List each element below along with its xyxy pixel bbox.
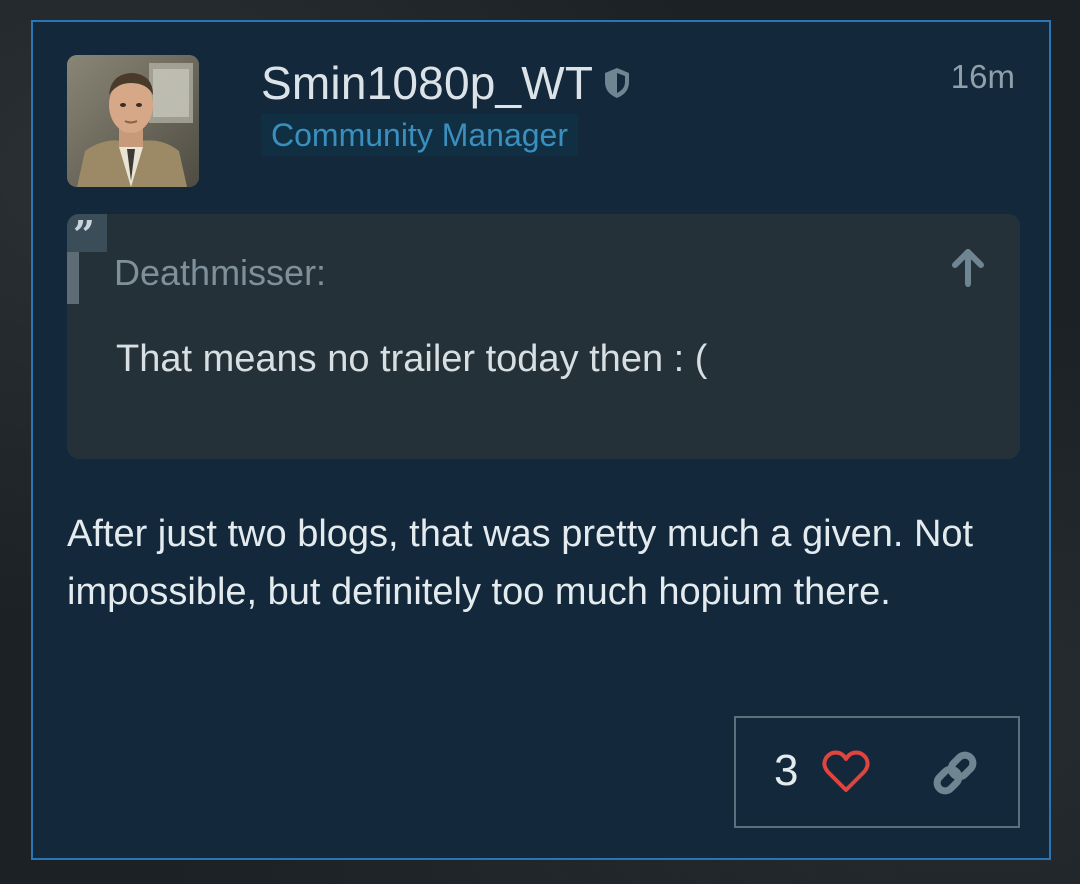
- link-icon[interactable]: [930, 748, 980, 798]
- like-count[interactable]: 3: [774, 746, 798, 796]
- quote-author[interactable]: Deathmisser:: [114, 252, 326, 294]
- forum-post: Smin1080p_WT Community Manager 16m ” Dea…: [31, 20, 1051, 860]
- author-name-row: Smin1080p_WT: [261, 55, 631, 111]
- arrow-up-icon[interactable]: [950, 248, 986, 288]
- username[interactable]: Smin1080p_WT: [261, 56, 593, 110]
- quote-bar: [67, 252, 79, 304]
- avatar-portrait-icon: [67, 55, 199, 187]
- svg-text:”: ”: [73, 214, 95, 252]
- post-body: After just two blogs, that was pretty mu…: [67, 513, 974, 613]
- heart-icon[interactable]: [822, 750, 870, 794]
- quote-icon: ”: [67, 212, 107, 257]
- avatar[interactable]: [67, 55, 199, 187]
- user-title-badge[interactable]: Community Manager: [261, 114, 578, 156]
- quote-text: That means no trailer today then : (: [116, 338, 708, 380]
- quoted-reply: ” Deathmisser: That means no trailer tod…: [67, 212, 1020, 459]
- post-timestamp[interactable]: 16m: [951, 58, 1015, 96]
- post-actions: 3: [734, 716, 1020, 828]
- shield-icon: [603, 67, 631, 99]
